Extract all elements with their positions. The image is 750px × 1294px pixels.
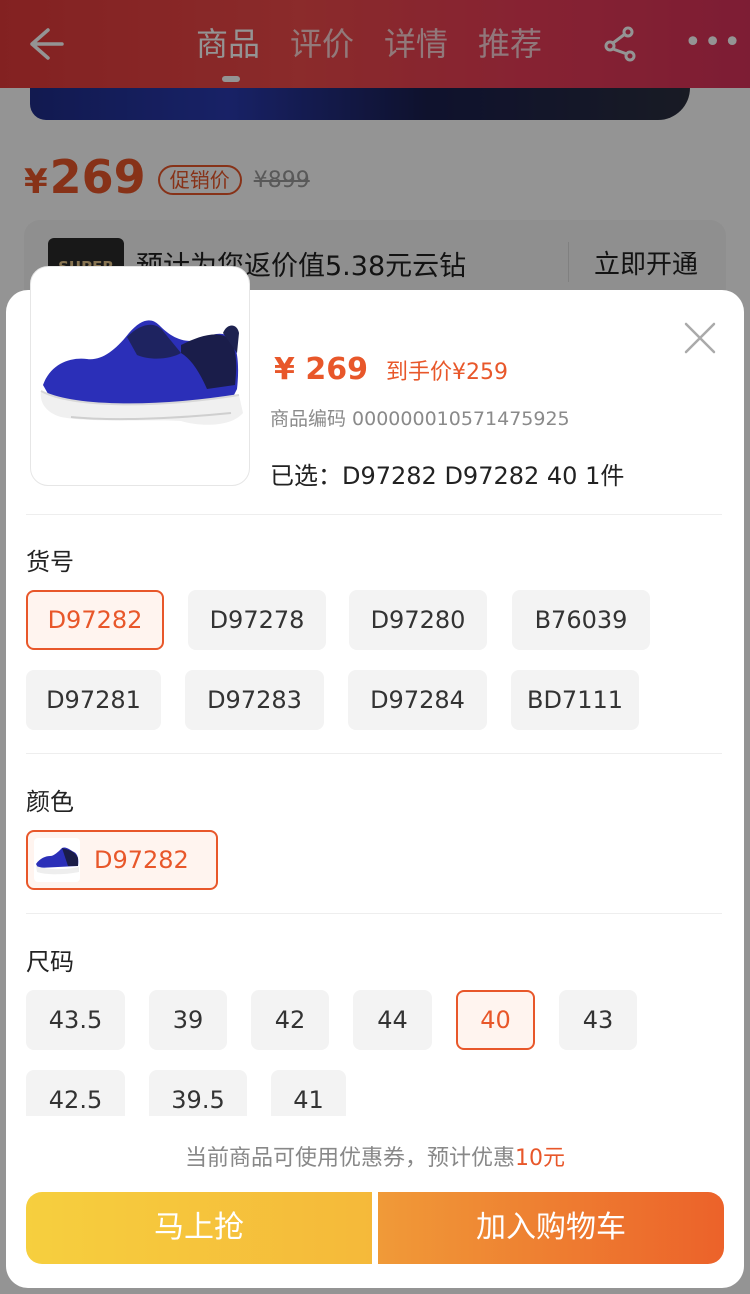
divider bbox=[26, 514, 722, 515]
after-discount-price: 到手价¥259 bbox=[385, 360, 508, 385]
product-code: 商品编码 000000010571475925 bbox=[270, 408, 570, 430]
item-number-option[interactable]: D97283 bbox=[185, 670, 324, 730]
size-option[interactable]: 41 bbox=[271, 1070, 346, 1116]
coupon-amount: 10元 bbox=[515, 1146, 565, 1171]
size-option[interactable]: 39.5 bbox=[149, 1070, 247, 1116]
item-number-option[interactable]: D97282 bbox=[26, 590, 164, 650]
size-option[interactable]: 42.5 bbox=[26, 1070, 125, 1116]
buy-now-button[interactable]: 马上抢 bbox=[26, 1192, 372, 1264]
coupon-text: 当前商品可使用优惠券，预计优惠 bbox=[184, 1146, 515, 1171]
item-number-option[interactable]: D97284 bbox=[348, 670, 487, 730]
product-thumbnail bbox=[30, 266, 250, 486]
selected-summary: 已选：D97282 D97282 40 1件 bbox=[270, 462, 625, 490]
sheet-price-row: ¥ 269 到手价¥259 bbox=[274, 352, 508, 387]
sheet-price: ¥ 269 bbox=[274, 352, 368, 387]
size-title: 尺码 bbox=[26, 948, 74, 976]
item-number-option[interactable]: D97281 bbox=[26, 670, 161, 730]
item-number-option[interactable]: D97278 bbox=[188, 590, 326, 650]
item-number-option[interactable]: BD7111 bbox=[511, 670, 639, 730]
item-number-option[interactable]: D97280 bbox=[349, 590, 487, 650]
color-option[interactable]: D97282 bbox=[26, 830, 218, 890]
add-to-cart-button[interactable]: 加入购物车 bbox=[378, 1192, 724, 1264]
coupon-note: 当前商品可使用优惠券，预计优惠10元 bbox=[0, 1140, 750, 1172]
color-swatch-image bbox=[34, 838, 80, 882]
item-number-option[interactable]: B76039 bbox=[512, 590, 650, 650]
shoe-image bbox=[40, 320, 243, 425]
color-option-label: D97282 bbox=[94, 846, 189, 874]
size-options-overflow: 42.5 39.5 41 bbox=[0, 980, 750, 1116]
divider bbox=[26, 753, 722, 754]
item-number-title: 货号 bbox=[26, 548, 74, 576]
close-icon[interactable] bbox=[682, 320, 718, 356]
divider bbox=[26, 913, 722, 914]
color-title: 颜色 bbox=[26, 788, 74, 816]
